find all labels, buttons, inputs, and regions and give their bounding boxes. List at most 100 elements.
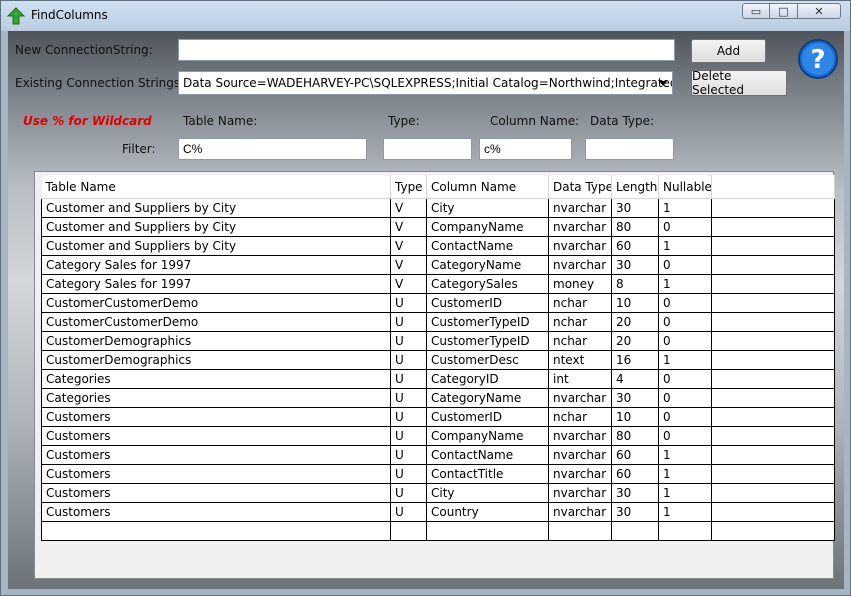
cell-length: 30: [611, 483, 659, 503]
existing-connections-select[interactable]: Data Source=WADEHARVEY-PC\SQLEXPRESS;Ini…: [178, 71, 673, 95]
table-row[interactable]: Customers U City nvarchar 30 1: [41, 483, 835, 503]
cell-table-name: Customers: [41, 407, 391, 427]
header-row: Table Name Type Column Name Data Type Le…: [41, 175, 835, 199]
title-bar[interactable]: FindColumns ▭ □ ✕: [1, 1, 850, 31]
cell-type: U: [390, 464, 427, 484]
cell-length: 8: [611, 274, 659, 294]
data-type-filter-label: Data Type:: [590, 114, 655, 128]
table-row[interactable]: Customers U ContactTitle nvarchar 60 1: [41, 464, 835, 484]
grid-body: Customer and Suppliers by City V City nvarc…: [41, 198, 835, 541]
cell-length: 20: [611, 331, 659, 351]
cell-length: 80: [611, 217, 659, 237]
cell-data-type: ntext: [548, 350, 612, 370]
add-button[interactable]: Add: [691, 39, 766, 63]
cell-column-name: ContactName: [426, 236, 549, 256]
column-header-data-type[interactable]: Data Type: [548, 175, 612, 199]
cell-type: [390, 521, 427, 541]
column-header-table-name[interactable]: Table Name: [41, 175, 391, 199]
cell-type: U: [390, 426, 427, 446]
cell-table-name: Customers: [41, 502, 391, 522]
table-row[interactable]: Categories U CategoryName nvarchar 30 0: [41, 388, 835, 408]
close-icon: ✕: [814, 4, 824, 18]
table-row[interactable]: Category Sales for 1997 V CategorySales mon…: [41, 274, 835, 294]
column-header-column-name[interactable]: Column Name: [426, 175, 549, 199]
column-header-length[interactable]: Length: [611, 175, 659, 199]
cell-nullable: 1: [658, 502, 712, 522]
cell-data-type: nchar: [548, 331, 612, 351]
cell-table-name: Customer and Suppliers by City: [41, 236, 391, 256]
cell-table-name: Customers: [41, 445, 391, 465]
cell-type: U: [390, 483, 427, 503]
table-row[interactable]: Customers U CompanyName nvarchar 80 0: [41, 426, 835, 446]
table-row[interactable]: CustomerCustomerDemo U CustomerTypeID nchar…: [41, 312, 835, 332]
table-row[interactable]: Customer and Suppliers by City V City nvarc…: [41, 198, 835, 218]
table-name-filter-label: Table Name:: [183, 114, 258, 128]
cell-table-name: Customer and Suppliers by City: [41, 198, 391, 218]
table-name-filter-input[interactable]: [178, 138, 367, 160]
cell-filler: [711, 464, 835, 484]
cell-nullable: 0: [658, 426, 712, 446]
table-row[interactable]: Customers U ContactName nvarchar 60 1: [41, 445, 835, 465]
cell-column-name: City: [426, 483, 549, 503]
cell-filler: [711, 274, 835, 294]
results-grid[interactable]: Table Name Type Column Name Data Type Le…: [34, 171, 835, 579]
column-name-filter-label: Column Name:: [490, 114, 580, 128]
table-row[interactable]: CustomerDemographics U CustomerTypeID nchar…: [41, 331, 835, 351]
cell-table-name: CustomerDemographics: [41, 331, 391, 351]
type-filter-input[interactable]: [383, 138, 472, 160]
cell-type: U: [390, 369, 427, 389]
cell-column-name: CompanyName: [426, 426, 549, 446]
cell-column-name: Country: [426, 502, 549, 522]
cell-type: U: [390, 293, 427, 313]
cell-table-name: Customer and Suppliers by City: [41, 217, 391, 237]
column-header-nullable[interactable]: Nullable: [658, 175, 712, 199]
cell-nullable: 1: [658, 274, 712, 294]
table-row[interactable]: CustomerCustomerDemo U CustomerID nchar 10 0: [41, 293, 835, 313]
cell-length: 30: [611, 198, 659, 218]
cell-data-type: nchar: [548, 407, 612, 427]
cell-type: V: [390, 236, 427, 256]
column-header-type[interactable]: Type: [390, 175, 427, 199]
cell-filler: [711, 521, 835, 541]
table-row[interactable]: Customers U Country nvarchar 30 1: [41, 502, 835, 522]
new-connection-input[interactable]: [178, 39, 675, 61]
table-row[interactable]: Category Sales for 1997 V CategoryName nvar…: [41, 255, 835, 275]
cell-nullable: 0: [658, 293, 712, 313]
new-connection-label: New ConnectionString:: [15, 43, 153, 57]
cell-type: V: [390, 217, 427, 237]
column-header-filler: [711, 175, 835, 199]
cell-filler: [711, 312, 835, 332]
table-row[interactable]: CustomerDemographics U CustomerDesc ntext 16…: [41, 350, 835, 370]
cell-type: U: [390, 502, 427, 522]
cell-column-name: CustomerTypeID: [426, 331, 549, 351]
cell-nullable: 1: [658, 198, 712, 218]
cell-data-type: nchar: [548, 293, 612, 313]
close-button[interactable]: ✕: [798, 3, 841, 19]
cell-type: U: [390, 331, 427, 351]
table-row[interactable]: Customers U CustomerID nchar 10 0: [41, 407, 835, 427]
table-row[interactable]: [41, 521, 835, 541]
cell-type: V: [390, 198, 427, 218]
cell-table-name: Category Sales for 1997: [41, 255, 391, 275]
table-row[interactable]: Customer and Suppliers by City V ContactNa…: [41, 236, 835, 256]
results-table: Table Name Type Column Name Data Type Le…: [41, 175, 835, 541]
cell-filler: [711, 293, 835, 313]
cell-filler: [711, 236, 835, 256]
minimize-button[interactable]: ▭: [742, 3, 770, 19]
table-row[interactable]: Categories U CategoryID int 4 0: [41, 369, 835, 389]
delete-selected-button[interactable]: Delete Selected: [691, 69, 787, 97]
cell-length: [611, 521, 659, 541]
help-icon[interactable]: ?: [797, 38, 839, 80]
cell-type: U: [390, 350, 427, 370]
cell-data-type: nvarchar: [548, 217, 612, 237]
cell-length: 60: [611, 236, 659, 256]
cell-filler: [711, 331, 835, 351]
data-type-filter-input[interactable]: [585, 138, 674, 160]
cell-table-name: CustomerDemographics: [41, 350, 391, 370]
cell-table-name: CustomerCustomerDemo: [41, 293, 391, 313]
maximize-button[interactable]: □: [770, 3, 798, 19]
table-row[interactable]: Customer and Suppliers by City V CompanyNa…: [41, 217, 835, 237]
cell-type: U: [390, 445, 427, 465]
cell-nullable: 0: [658, 388, 712, 408]
column-name-filter-input[interactable]: [479, 138, 572, 160]
